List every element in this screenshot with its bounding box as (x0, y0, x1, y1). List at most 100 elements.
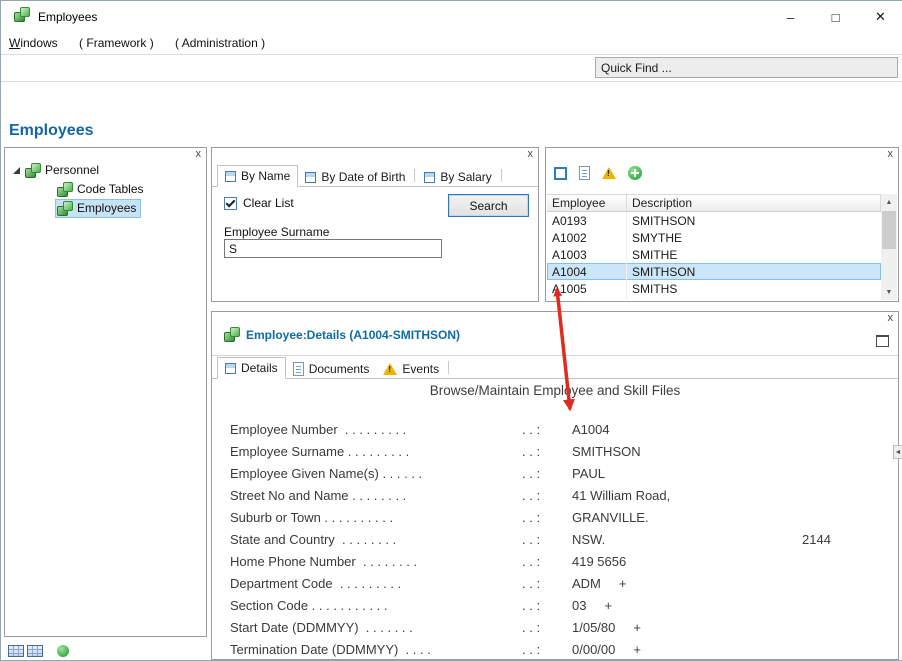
tab-events[interactable]: Events (376, 359, 446, 379)
menu-framework[interactable]: ( Framework ) (70, 33, 163, 54)
app-icon (14, 7, 29, 27)
splitter-collapse-arrow-icon[interactable]: ◄ (893, 445, 902, 459)
field-separator: . . : (522, 554, 572, 569)
page-title: Employees (9, 122, 93, 140)
green-status-icon[interactable] (57, 645, 69, 657)
panel-maximize-icon[interactable] (876, 335, 889, 347)
add-icon[interactable] (628, 166, 642, 180)
window-icon (225, 363, 236, 374)
search-panel: x By Name By Date of Birth By Salary Cle… (211, 147, 539, 302)
search-panel-close-icon[interactable]: x (528, 149, 534, 160)
field-label: Termination Date (DDMMYY) . . . . (230, 642, 522, 657)
field-value: SMITHSON (572, 444, 641, 459)
tab-documents[interactable]: Documents (286, 359, 377, 379)
table-row[interactable]: A1006 SMITHERS (547, 297, 881, 300)
table-row[interactable]: A1003 SMITHE (547, 246, 881, 263)
tab-by-salary[interactable]: By Salary (417, 167, 498, 187)
field-label: Start Date (DDMMYY) . . . . . . . (230, 620, 522, 635)
quick-find-input[interactable] (595, 57, 898, 78)
minimize-button[interactable]: – (768, 1, 813, 33)
column-header-description[interactable]: Description (627, 195, 881, 211)
component-icon (57, 201, 72, 216)
tree-panel-close-icon[interactable]: x (196, 149, 202, 160)
field-separator: . . : (522, 444, 572, 459)
navigation-tree-panel: x Personnel Code Tables Employees (4, 147, 207, 637)
tree-expander-icon[interactable] (13, 167, 20, 174)
window-icon (225, 171, 236, 182)
component-icon (224, 327, 239, 342)
tree-selection-highlight: Employees (56, 200, 140, 217)
detail-field-row: Employee Surname . . . . . . . . . . . :… (212, 440, 898, 462)
scrollbar-thumb[interactable] (882, 211, 896, 249)
field-separator: . . : (522, 642, 572, 657)
tree-item-personnel[interactable]: Personnel (5, 161, 206, 179)
table-row-selected[interactable]: A1004 SMITHSON (547, 263, 881, 280)
cell-description: SMITHSON (627, 214, 881, 228)
field-value: NSW. (572, 532, 605, 547)
clear-list-checkbox[interactable] (224, 197, 237, 210)
window-controls: – □ ✕ (768, 1, 902, 33)
employee-details-panel: x Employee:Details (A1004-SMITHSON) Deta… (211, 311, 899, 660)
employee-list-panel: x Employee Description A0193 SMITHSON A1… (545, 147, 899, 302)
clear-list-checkbox-row[interactable]: Clear List (224, 196, 294, 210)
field-label: Employee Number . . . . . . . . . (230, 422, 522, 437)
keyboard-grid-icon[interactable] (8, 645, 24, 657)
detail-field-row: Home Phone Number . . . . . . . . . . : … (212, 550, 898, 572)
menu-administration[interactable]: ( Administration ) (166, 33, 274, 54)
table-grid-icon[interactable] (27, 645, 43, 657)
details-tabstrip: Details Documents Events (212, 356, 898, 379)
table-row[interactable]: A1005 SMITHS (547, 280, 881, 297)
cell-description: SMYTHE (627, 231, 881, 245)
table-row[interactable]: A1002 SMYTHE (547, 229, 881, 246)
list-panel-close-icon[interactable]: x (888, 149, 894, 160)
tab-by-name[interactable]: By Name (217, 165, 298, 187)
scroll-up-icon[interactable]: ▲ (881, 194, 897, 210)
tree-item-label: Personnel (45, 163, 99, 177)
detail-field-row: Street No and Name . . . . . . . . . . :… (212, 484, 898, 506)
field-prompt-button[interactable]: + (633, 642, 641, 657)
detail-field-row: Suburb or Town . . . . . . . . . . . . :… (212, 506, 898, 528)
tab-by-date-of-birth[interactable]: By Date of Birth (298, 167, 412, 187)
tab-details[interactable]: Details (217, 357, 286, 379)
search-button[interactable]: Search (448, 194, 529, 217)
tree-item-label: Code Tables (77, 182, 144, 196)
field-label: State and Country . . . . . . . . (230, 532, 522, 547)
field-prompt-button[interactable]: + (604, 598, 612, 613)
details-panel-close-icon[interactable]: x (888, 313, 894, 324)
field-value: 1/05/80 (572, 620, 615, 635)
list-toolbar (554, 165, 642, 181)
field-prompt-button[interactable]: + (619, 576, 627, 591)
detail-field-row: Department Code . . . . . . . . . . . : … (212, 572, 898, 594)
field-prompt-button[interactable]: + (633, 620, 641, 635)
vertical-scrollbar[interactable]: ▲ ▼ (881, 194, 897, 300)
warning-icon (383, 363, 397, 375)
cell-description: SMITHERS (627, 299, 881, 301)
field-separator: . . : (522, 422, 572, 437)
field-label: Street No and Name . . . . . . . . (230, 488, 522, 503)
tab-separator (448, 361, 449, 374)
surname-input[interactable] (224, 239, 442, 258)
details-header: Employee:Details (A1004-SMITHSON) (224, 327, 460, 342)
maximize-button[interactable]: □ (813, 1, 858, 33)
scroll-down-icon[interactable]: ▼ (881, 284, 897, 300)
table-row[interactable]: A0193 SMITHSON (547, 212, 881, 229)
field-separator: . . : (522, 598, 572, 613)
employee-grid: Employee Description A0193 SMITHSON A100… (547, 194, 881, 300)
tab-label: By Name (241, 169, 290, 183)
field-separator: . . : (522, 488, 572, 503)
close-button[interactable]: ✕ (858, 1, 902, 33)
menu-windows[interactable]: Windows (1, 33, 67, 54)
warning-icon[interactable] (602, 167, 616, 179)
tab-label: By Date of Birth (321, 170, 405, 184)
tree-item-employees[interactable]: Employees (5, 199, 206, 217)
details-view-icon[interactable] (554, 167, 567, 180)
tree-item-code-tables[interactable]: Code Tables (5, 180, 206, 198)
column-header-employee[interactable]: Employee (547, 195, 627, 211)
window-title: Employees (38, 10, 97, 24)
tree-item-label: Employees (77, 201, 136, 215)
search-tabstrip: By Name By Date of Birth By Salary (212, 162, 538, 187)
document-icon[interactable] (579, 166, 590, 180)
field-value: ADM (572, 576, 601, 591)
tab-label: Events (402, 362, 439, 376)
statusbar (8, 645, 69, 657)
